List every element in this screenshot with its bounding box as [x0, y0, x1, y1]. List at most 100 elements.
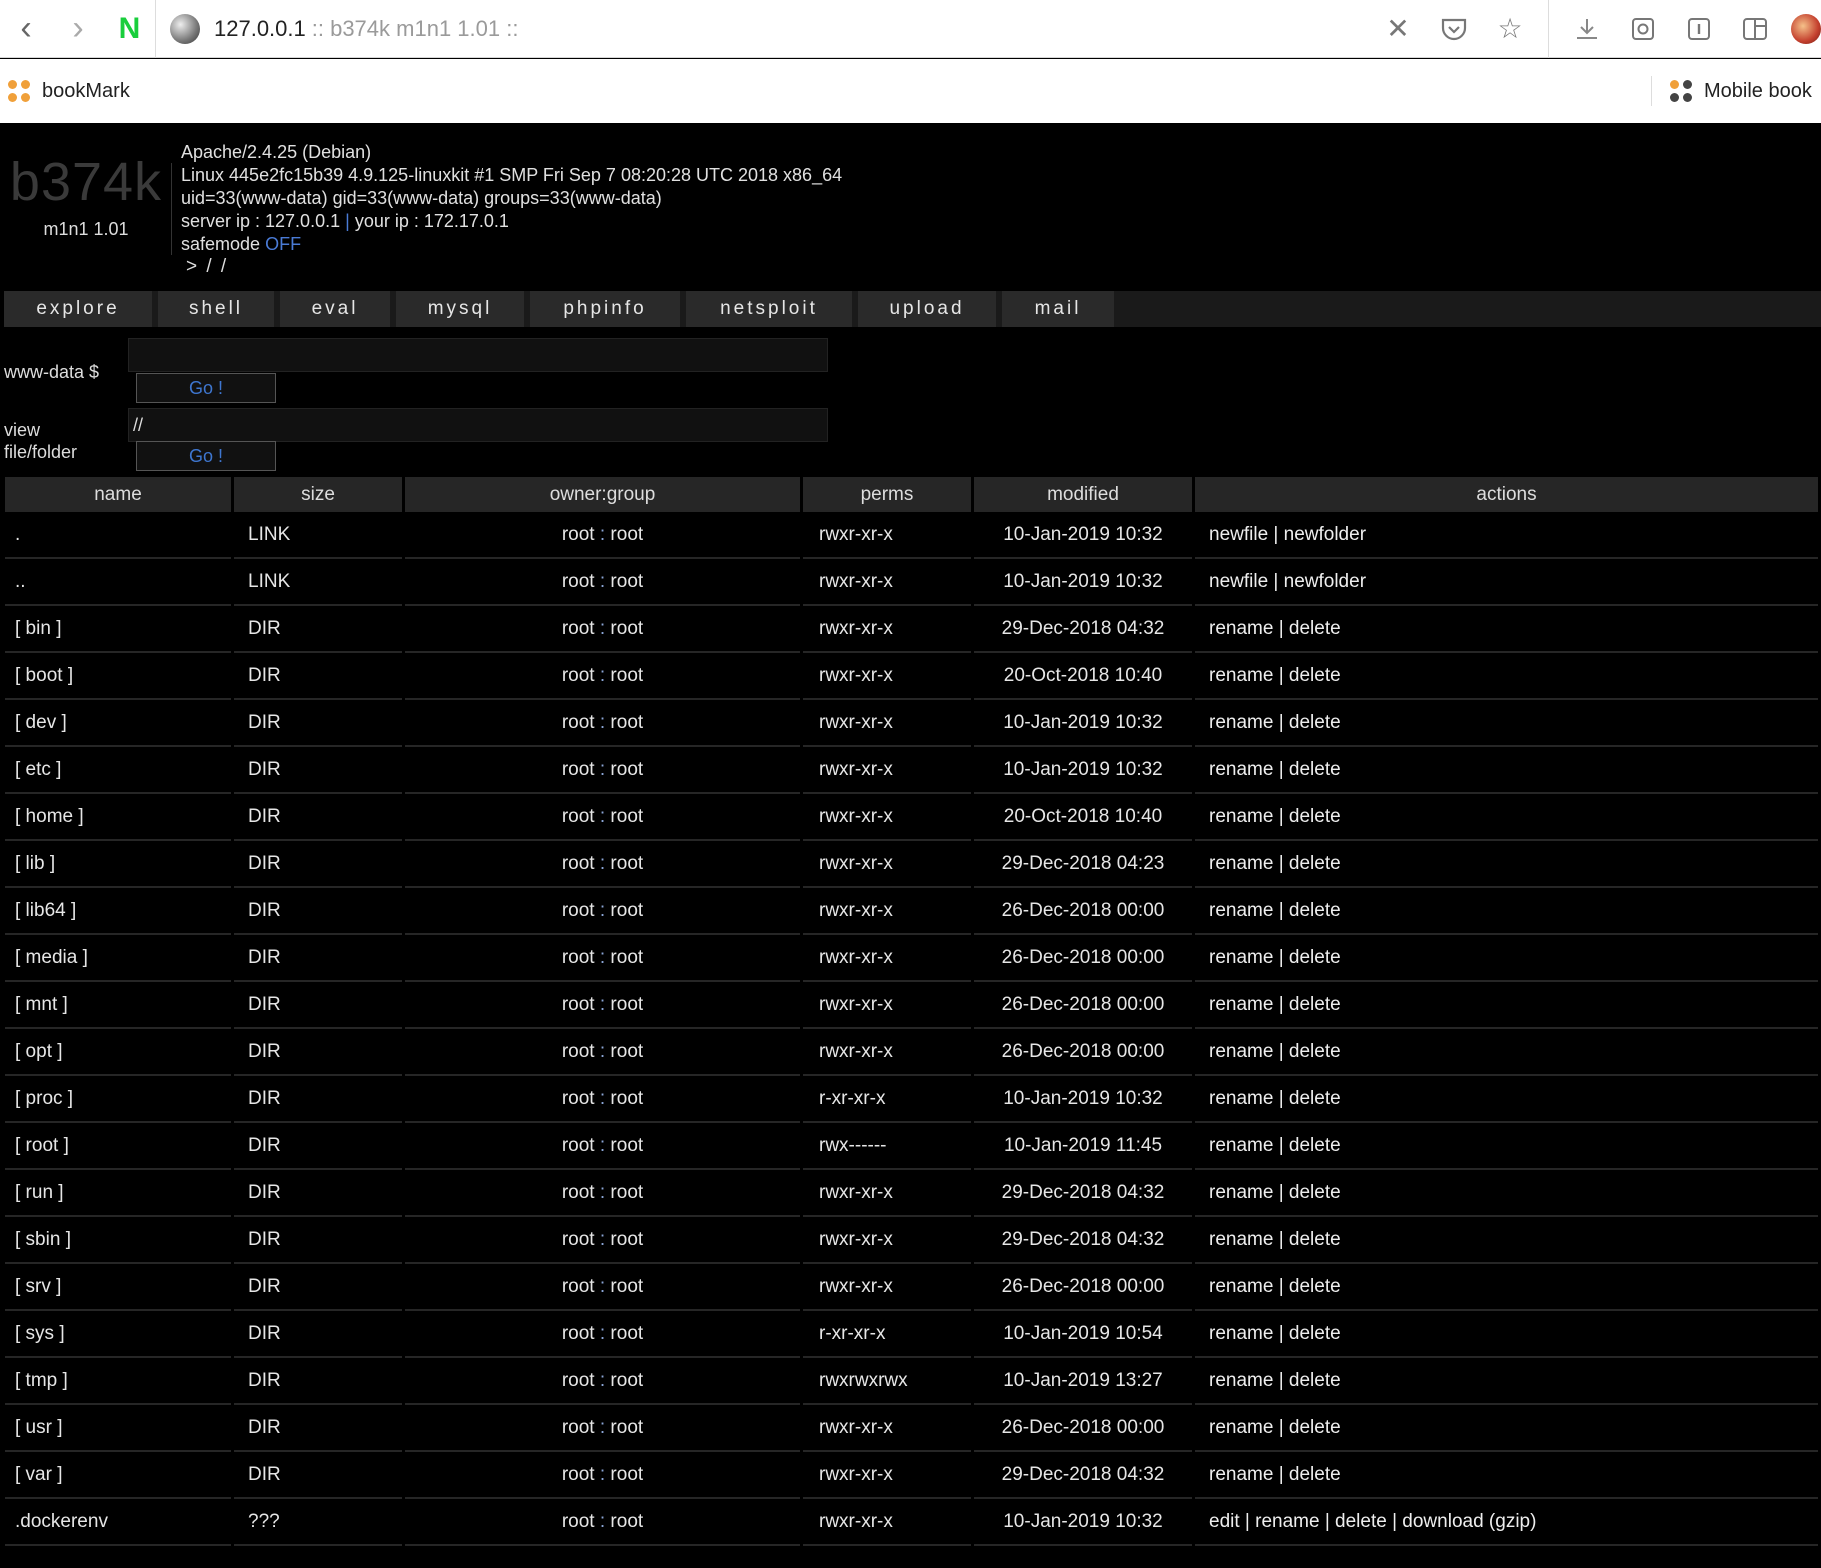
- file-name-link[interactable]: [ opt ]: [5, 1029, 231, 1076]
- profile-avatar[interactable]: [1791, 13, 1821, 44]
- file-perms-link[interactable]: r-xr-xr-x: [803, 1311, 971, 1358]
- file-actions[interactable]: rename | delete: [1195, 1311, 1818, 1358]
- file-actions[interactable]: rename | delete: [1195, 1358, 1818, 1405]
- file-perms-link[interactable]: rwxr-xr-x: [803, 794, 971, 841]
- menu-upload[interactable]: upload: [858, 291, 996, 327]
- file-actions[interactable]: rename | delete: [1195, 1264, 1818, 1311]
- download-icon[interactable]: [1559, 0, 1615, 58]
- file-name-link[interactable]: .dockerenv: [5, 1499, 231, 1546]
- file-name-link[interactable]: [ proc ]: [5, 1076, 231, 1123]
- file-actions[interactable]: rename | delete: [1195, 606, 1818, 653]
- menu-shell[interactable]: shell: [158, 291, 274, 327]
- file-name-link[interactable]: [ lib ]: [5, 841, 231, 888]
- menu-mysql[interactable]: mysql: [396, 291, 524, 327]
- file-name-link[interactable]: [ home ]: [5, 794, 231, 841]
- file-perms-link[interactable]: rwxr-xr-x: [803, 653, 971, 700]
- file-perms-link[interactable]: rwxr-xr-x: [803, 747, 971, 794]
- header-owner-group[interactable]: owner:group: [405, 477, 800, 512]
- file-actions[interactable]: rename | delete: [1195, 1029, 1818, 1076]
- file-perms-link[interactable]: rwxr-xr-x: [803, 841, 971, 888]
- file-name-link[interactable]: [ mnt ]: [5, 982, 231, 1029]
- view-go-button[interactable]: Go !: [136, 441, 276, 471]
- brand[interactable]: b374k m1n1 1.01: [4, 151, 168, 240]
- file-name-link[interactable]: [ run ]: [5, 1170, 231, 1217]
- file-actions[interactable]: edit | rename | delete | download (gzip): [1195, 1499, 1818, 1546]
- view-path-input[interactable]: [128, 408, 828, 442]
- file-actions[interactable]: rename | delete: [1195, 1170, 1818, 1217]
- file-name-link[interactable]: [ sbin ]: [5, 1217, 231, 1264]
- header-modified[interactable]: modified: [974, 477, 1192, 512]
- file-name-link[interactable]: [ bin ]: [5, 606, 231, 653]
- file-perms-link[interactable]: rwxr-xr-x: [803, 1029, 971, 1076]
- file-name-link[interactable]: [ dev ]: [5, 700, 231, 747]
- file-name-link[interactable]: .: [5, 512, 231, 559]
- file-name-link[interactable]: [ srv ]: [5, 1264, 231, 1311]
- file-name-link[interactable]: [ usr ]: [5, 1405, 231, 1452]
- current-path[interactable]: > / /: [186, 256, 228, 278]
- file-name-link[interactable]: [ etc ]: [5, 747, 231, 794]
- file-actions[interactable]: rename | delete: [1195, 700, 1818, 747]
- file-actions[interactable]: rename | delete: [1195, 747, 1818, 794]
- menu-phpinfo[interactable]: phpinfo: [530, 291, 680, 327]
- file-actions[interactable]: rename | delete: [1195, 1405, 1818, 1452]
- bookmark-folder[interactable]: bookMark: [0, 80, 130, 103]
- back-arrow-icon[interactable]: ‹: [0, 0, 52, 58]
- shell-go-button[interactable]: Go !: [136, 373, 276, 403]
- file-perms-link[interactable]: rwxr-xr-x: [803, 1170, 971, 1217]
- address-bar[interactable]: 127.0.0.1 :: b374k m1n1 1.01 ::: [156, 0, 1370, 58]
- menu-netsploit[interactable]: netsploit: [686, 291, 852, 327]
- file-name-link[interactable]: [ lib64 ]: [5, 888, 231, 935]
- file-perms-link[interactable]: rwxr-xr-x: [803, 1405, 971, 1452]
- bookmarks-bar: bookMark Mobile book: [0, 59, 1821, 123]
- file-actions[interactable]: newfile | newfolder: [1195, 559, 1818, 606]
- file-actions[interactable]: rename | delete: [1195, 841, 1818, 888]
- header-perms[interactable]: perms: [803, 477, 971, 512]
- naver-logo-icon[interactable]: N: [104, 0, 156, 58]
- file-perms-link[interactable]: rwxr-xr-x: [803, 1264, 971, 1311]
- file-actions[interactable]: rename | delete: [1195, 982, 1818, 1029]
- file-actions[interactable]: newfile | newfolder: [1195, 512, 1818, 559]
- file-perms-link[interactable]: rwxr-xr-x: [803, 1217, 971, 1264]
- mobile-bookmarks[interactable]: Mobile book: [1651, 76, 1821, 106]
- pocket-icon[interactable]: [1426, 0, 1482, 58]
- reader-icon[interactable]: [1671, 0, 1727, 58]
- header-size[interactable]: size: [234, 477, 402, 512]
- forward-arrow-icon[interactable]: ›: [52, 0, 104, 58]
- file-name-link[interactable]: [ media ]: [5, 935, 231, 982]
- file-perms-link[interactable]: rwxr-xr-x: [803, 512, 971, 559]
- menu-explore[interactable]: explore: [4, 291, 152, 327]
- file-actions[interactable]: rename | delete: [1195, 1123, 1818, 1170]
- file-actions[interactable]: rename | delete: [1195, 935, 1818, 982]
- file-perms-link[interactable]: rwxrwxrwx: [803, 1358, 971, 1405]
- file-actions[interactable]: rename | delete: [1195, 653, 1818, 700]
- file-perms-link[interactable]: rwxr-xr-x: [803, 1452, 971, 1499]
- file-perms-link[interactable]: rwxr-xr-x: [803, 606, 971, 653]
- file-actions[interactable]: rename | delete: [1195, 794, 1818, 841]
- file-perms-link[interactable]: r-xr-xr-x: [803, 1076, 971, 1123]
- file-perms-link[interactable]: rwxr-xr-x: [803, 1499, 971, 1546]
- file-perms-link[interactable]: rwx------: [803, 1123, 971, 1170]
- file-name-link[interactable]: [ tmp ]: [5, 1358, 231, 1405]
- file-name-link[interactable]: [ var ]: [5, 1452, 231, 1499]
- file-name-link[interactable]: [ boot ]: [5, 653, 231, 700]
- shell-command-input[interactable]: [128, 338, 828, 372]
- sidebar-icon[interactable]: [1727, 0, 1783, 58]
- file-perms-link[interactable]: rwxr-xr-x: [803, 982, 971, 1029]
- screenshot-icon[interactable]: [1615, 0, 1671, 58]
- file-perms-link[interactable]: rwxr-xr-x: [803, 559, 971, 606]
- file-name-link[interactable]: [ sys ]: [5, 1311, 231, 1358]
- file-perms-link[interactable]: rwxr-xr-x: [803, 935, 971, 982]
- file-actions[interactable]: rename | delete: [1195, 1076, 1818, 1123]
- file-perms-link[interactable]: rwxr-xr-x: [803, 700, 971, 747]
- file-actions[interactable]: rename | delete: [1195, 1452, 1818, 1499]
- header-name[interactable]: name: [5, 477, 231, 512]
- star-icon[interactable]: ☆: [1482, 0, 1538, 58]
- file-name-link[interactable]: [ root ]: [5, 1123, 231, 1170]
- file-name-link[interactable]: ..: [5, 559, 231, 606]
- menu-eval[interactable]: eval: [280, 291, 390, 327]
- file-perms-link[interactable]: rwxr-xr-x: [803, 888, 971, 935]
- menu-mail[interactable]: mail: [1002, 291, 1114, 327]
- close-icon[interactable]: ✕: [1370, 0, 1426, 58]
- file-actions[interactable]: rename | delete: [1195, 1217, 1818, 1264]
- file-actions[interactable]: rename | delete: [1195, 888, 1818, 935]
